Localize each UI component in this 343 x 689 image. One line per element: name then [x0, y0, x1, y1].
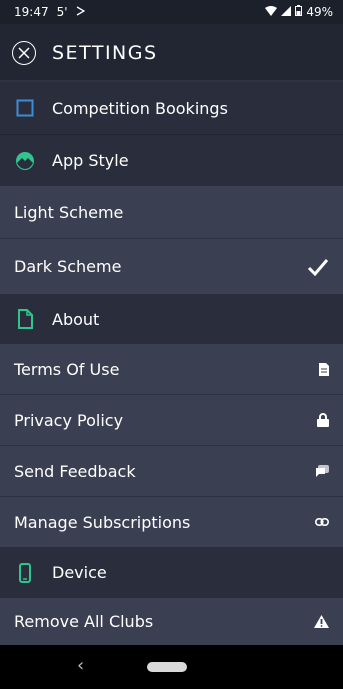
back-icon[interactable]: ‹ — [77, 655, 84, 676]
section-competition-bookings[interactable]: Competition Bookings — [0, 82, 343, 134]
document-icon — [311, 360, 329, 378]
link-send-feedback[interactable]: Send Feedback — [0, 445, 343, 496]
battery-percent: 49% — [306, 5, 333, 19]
button-remove-all-clubs[interactable]: Remove All Clubs — [0, 598, 343, 645]
item-label: Light Scheme — [14, 202, 124, 222]
section-app-style: App Style — [0, 134, 343, 186]
section-label: About — [52, 309, 100, 329]
lock-icon — [311, 411, 329, 429]
section-device: Device — [0, 547, 343, 598]
option-light-scheme[interactable]: Light Scheme — [0, 186, 343, 238]
item-label: Send Feedback — [14, 461, 136, 481]
checkmark-icon — [307, 256, 329, 278]
warning-icon — [311, 613, 329, 631]
item-label: Dark Scheme — [14, 257, 122, 276]
link-icon — [311, 513, 329, 531]
section-label: Device — [52, 563, 107, 582]
navigation-bar: ‹ — [0, 645, 343, 689]
section-about: About — [0, 294, 343, 344]
item-label: Manage Subscriptions — [14, 512, 191, 532]
home-handle[interactable] — [147, 662, 187, 672]
section-label: App Style — [52, 151, 129, 170]
play-icon — [76, 5, 85, 19]
status-time: 19:47 — [14, 5, 49, 19]
chat-icon — [311, 462, 329, 480]
item-label: Privacy Policy — [14, 410, 124, 430]
document-icon — [14, 308, 36, 330]
signal-icon — [281, 5, 292, 19]
link-terms-of-use[interactable]: Terms Of Use — [0, 344, 343, 394]
link-manage-subscriptions[interactable]: Manage Subscriptions — [0, 496, 343, 547]
item-label: Remove All Clubs — [14, 612, 154, 631]
page-title: SETTINGS — [52, 42, 158, 64]
checkbox-icon — [14, 97, 36, 119]
close-icon[interactable] — [12, 41, 36, 65]
settings-header: SETTINGS — [0, 24, 343, 82]
phone-icon — [14, 562, 36, 584]
status-indicator: 5' — [56, 5, 68, 19]
section-label: Competition Bookings — [52, 98, 228, 118]
option-dark-scheme[interactable]: Dark Scheme — [0, 238, 343, 294]
battery-icon — [295, 5, 303, 19]
link-privacy-policy[interactable]: Privacy Policy — [0, 394, 343, 445]
status-bar: 19:47 5' 49% — [0, 0, 343, 24]
item-label: Terms Of Use — [14, 359, 120, 379]
wifi-icon — [265, 5, 278, 19]
landscape-icon — [14, 150, 36, 172]
